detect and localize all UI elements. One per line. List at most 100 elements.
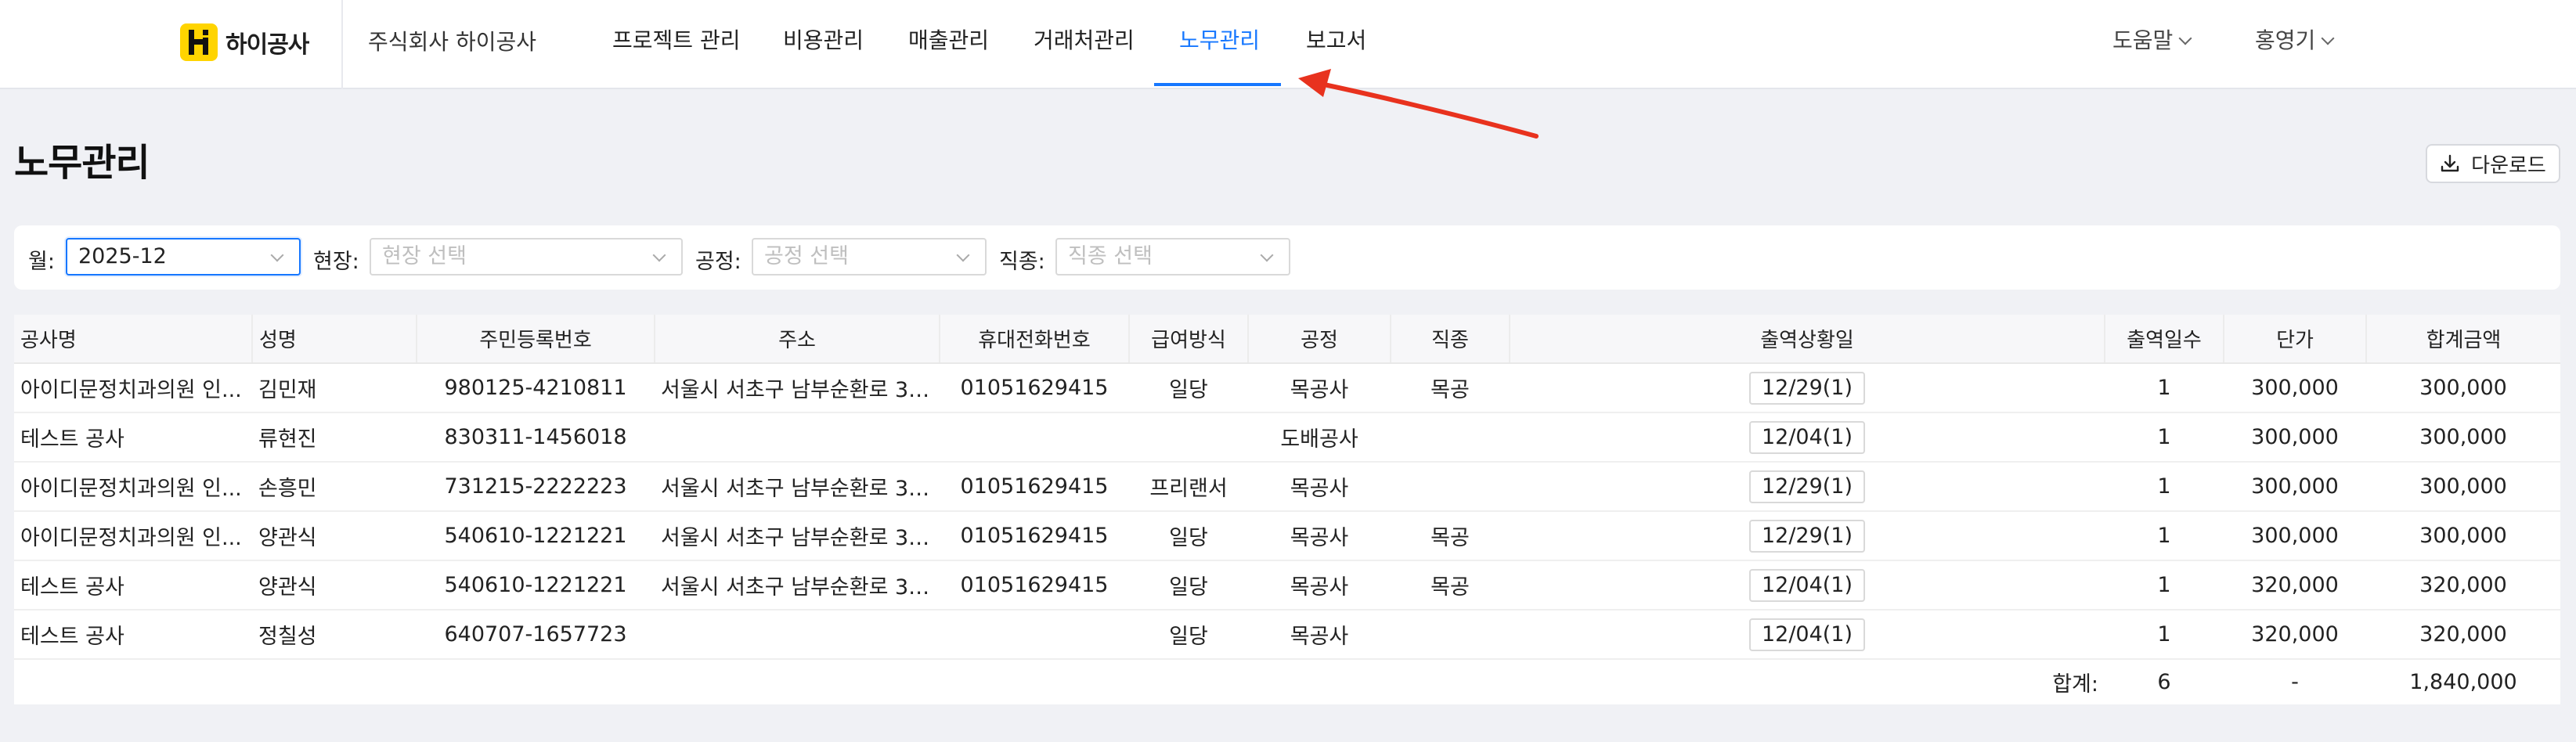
cell-pay-type: 일당 [1129,610,1248,660]
attendance-tag[interactable]: 12/29(1) [1748,470,1866,503]
logo-icon [180,23,218,61]
col-phone[interactable]: 휴대전화번호 [940,315,1130,364]
cell-job: 목공 [1391,560,1510,611]
cell-attendance: 12/29(1) [1510,363,2105,413]
process-label: 공정: [695,250,741,274]
col-unit-price[interactable]: 단가 [2224,315,2367,364]
cell-resident-number: 731215-2222223 [417,462,655,512]
attendance-tag[interactable]: 12/29(1) [1748,371,1866,405]
cell-address [655,610,940,660]
cell-unit-price: 300,000 [2224,363,2366,413]
job-select[interactable]: 직종 선택 [1055,238,1290,276]
cell-pay-type [1129,412,1248,463]
cell-address: 서울시 서초구 남부순환로 32... [655,511,940,561]
cell-address: 서울시 서초구 남부순환로 32... [655,462,940,512]
summary-unit: - [2291,670,2299,694]
col-address[interactable]: 주소 [655,315,940,364]
cell-unit-price: 320,000 [2224,610,2366,660]
process-select[interactable]: 공정 선택 [752,238,987,276]
col-days[interactable]: 출역일수 [2105,315,2224,364]
cell-project: 아이디문정치과의원 인... [14,511,252,561]
nav-project-management[interactable]: 프로젝트 관리 [612,23,740,55]
cell-unit-price: 320,000 [2224,560,2366,611]
table-row[interactable]: 아이디문정치과의원 인... 김민재 980125-4210811 서울시 서초구 남… [14,363,2560,413]
month-label: 월: [28,250,55,274]
site-select[interactable]: 현장 선택 [370,238,683,276]
cell-attendance: 12/04(1) [1510,560,2105,611]
logo-text: 하이공사 [225,31,309,59]
cell-job: 목공 [1391,511,1510,561]
page-title: 노무관리 [14,141,150,185]
cell-total: 300,000 [2366,462,2560,512]
col-attendance[interactable]: 출역상황일 [1510,315,2105,364]
summary-row: 합계: 6 - 1,840,000 [14,659,2560,704]
table-row[interactable]: 테스트 공사 양관식 540610-1221221 서울시 서초구 남부순환로 32.… [14,560,2560,611]
attendance-tag[interactable]: 12/04(1) [1748,618,1866,651]
cell-project: 테스트 공사 [14,560,252,611]
nav-reports[interactable]: 보고서 [1306,23,1366,55]
table-row[interactable]: 테스트 공사 정칠성 640707-1657723 일당 목공사 12/04(1) 1 320… [14,610,2560,660]
attendance-tag[interactable]: 12/04(1) [1748,568,1866,602]
cell-attendance: 12/29(1) [1510,462,2105,512]
chevron-down-icon [2321,31,2335,45]
cell-address [655,412,940,463]
col-resident-number[interactable]: 주민등록번호 [417,315,655,364]
nav-client-management[interactable]: 거래처관리 [1034,23,1135,55]
help-menu[interactable]: 도움말 [2112,23,2192,55]
cell-address: 서울시 서초구 남부순환로 32... [655,363,940,413]
cell-project: 아이디문정치과의원 인... [14,363,252,413]
cell-total: 320,000 [2366,610,2560,660]
chevron-down-icon [652,248,666,262]
col-name[interactable]: 성명 [252,315,417,364]
table-row[interactable]: 테스트 공사 류현진 830311-1456018 도배공사 12/04(1) 1 300,… [14,412,2560,463]
nav-labor-management[interactable]: 노무관리 [1179,23,1260,55]
cell-total: 300,000 [2366,363,2560,413]
cell-name: 정칠성 [252,610,417,660]
chevron-down-icon [1260,248,1274,262]
cell-resident-number: 540610-1221221 [417,511,655,561]
cell-days: 1 [2105,412,2224,463]
nav-cost-management[interactable]: 비용관리 [783,23,864,55]
col-process[interactable]: 공정 [1248,315,1391,364]
cell-address: 서울시 서초구 남부순환로 32... [655,560,940,611]
cell-attendance: 12/29(1) [1510,511,2105,561]
cell-pay-type: 일당 [1129,511,1248,561]
col-project[interactable]: 공사명 [14,315,253,364]
month-select[interactable]: 2025-12 [66,238,301,276]
cell-process: 도배공사 [1248,412,1391,463]
nav-sales-management[interactable]: 매출관리 [908,23,989,55]
attendance-tag[interactable]: 12/04(1) [1748,420,1866,454]
cell-project: 테스트 공사 [14,412,252,463]
table-header: 공사명 성명 주민등록번호 주소 휴대전화번호 급여방식 공정 직종 출역상황일… [14,315,2560,364]
user-name: 홍영기 [2255,27,2316,53]
download-label: 다운로드 [2471,153,2546,178]
cell-project: 아이디문정치과의원 인... [14,462,252,512]
table-body: 아이디문정치과의원 인... 김민재 980125-4210811 서울시 서초구 남… [14,363,2560,704]
cell-resident-number: 830311-1456018 [417,412,655,463]
attendance-tag[interactable]: 12/29(1) [1748,519,1866,553]
cell-phone: 01051629415 [940,511,1129,561]
cell-name: 양관식 [252,560,417,611]
month-value: 2025-12 [78,244,167,268]
cell-attendance: 12/04(1) [1510,610,2105,660]
col-total[interactable]: 합계금액 [2366,315,2560,364]
cell-process: 목공사 [1248,363,1391,413]
cell-attendance: 12/04(1) [1510,412,2105,463]
cell-unit-price: 300,000 [2224,412,2366,463]
active-tab-indicator [1154,83,1281,86]
cell-resident-number: 640707-1657723 [417,610,655,660]
download-button[interactable]: 다운로드 [2426,144,2560,183]
col-pay-type[interactable]: 급여방식 [1129,315,1249,364]
table-row[interactable]: 아이디문정치과의원 인... 양관식 540610-1221221 서울시 서초구 남… [14,511,2560,561]
job-label: 직종: [999,250,1045,274]
logo[interactable]: 하이공사 [180,23,309,61]
col-job[interactable]: 직종 [1391,315,1510,364]
download-icon [2441,154,2459,172]
user-menu[interactable]: 홍영기 [2255,23,2335,55]
company-name[interactable]: 주식회사 하이공사 [368,25,536,56]
cell-name: 손흥민 [252,462,417,512]
cell-days: 1 [2105,462,2224,512]
table-row[interactable]: 아이디문정치과의원 인... 손흥민 731215-2222223 서울시 서초구 남… [14,462,2560,512]
cell-job [1391,462,1510,512]
chevron-down-icon [2178,31,2192,45]
